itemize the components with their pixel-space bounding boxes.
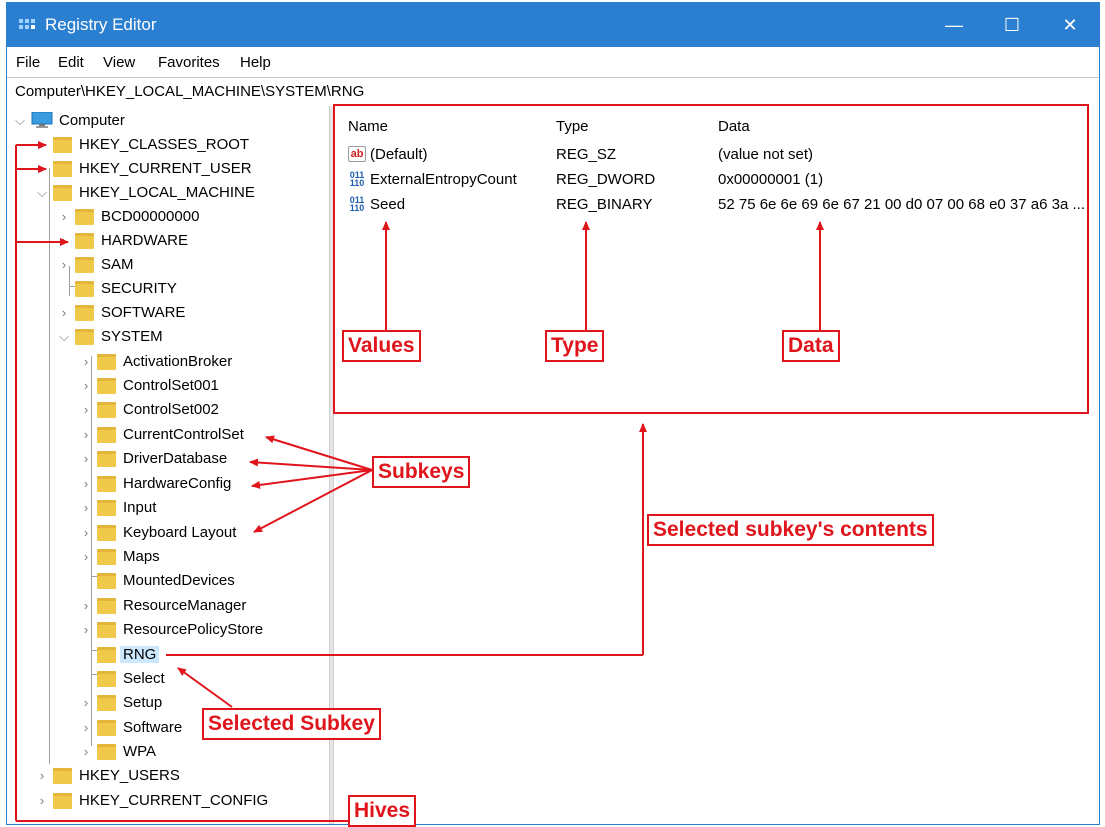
annotation-values: Values bbox=[342, 330, 421, 362]
annotation-selected-subkey: Selected Subkey bbox=[202, 708, 381, 740]
annotation-selected-contents: Selected subkey's contents bbox=[647, 514, 934, 546]
annotation-arrows bbox=[15, 141, 824, 822]
annotation-data: Data bbox=[782, 330, 840, 362]
annotation-type: Type bbox=[545, 330, 605, 362]
annotation-hives: Hives bbox=[348, 795, 417, 827]
annotation-subkeys: Subkeys bbox=[372, 456, 471, 488]
